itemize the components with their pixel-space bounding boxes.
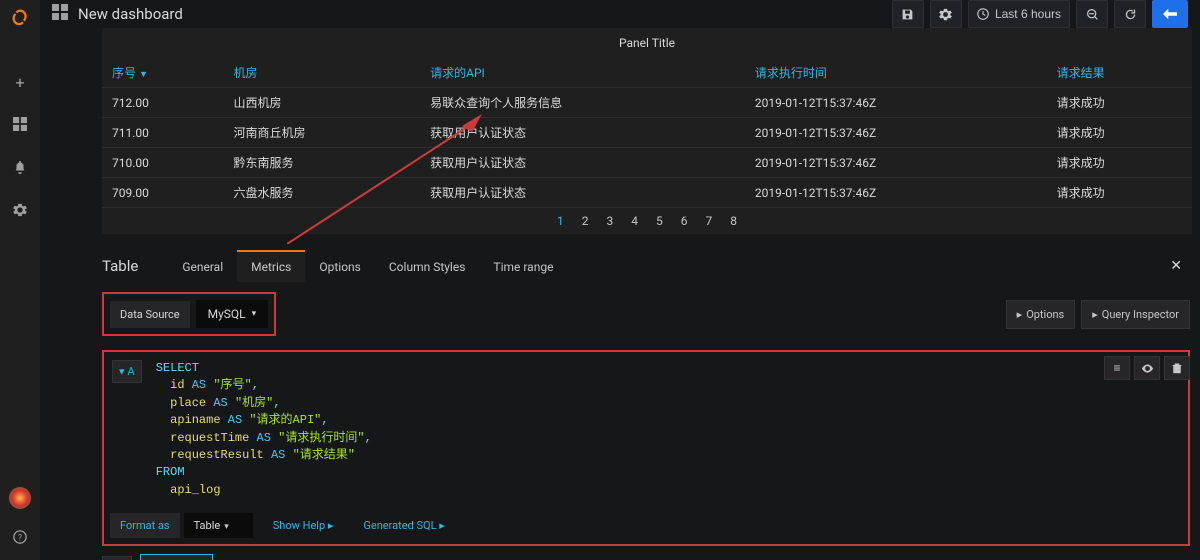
page-number[interactable]: 3 (607, 214, 614, 228)
query-delete-icon[interactable] (1164, 356, 1190, 380)
datasource-label: Data Source (110, 301, 190, 328)
page-number[interactable]: 4 (631, 214, 638, 228)
editor-tabs-bar: Table GeneralMetricsOptionsColumn Styles… (40, 242, 1200, 282)
col-place[interactable]: 机房 (224, 58, 421, 88)
query-visibility-icon[interactable] (1134, 356, 1160, 380)
page-number[interactable]: 2 (582, 214, 589, 228)
help-icon[interactable]: ? (13, 529, 27, 548)
tab-column-styles[interactable]: Column Styles (375, 250, 480, 282)
refresh-button[interactable] (1114, 0, 1146, 28)
page-title: New dashboard (78, 5, 183, 23)
avatar[interactable] (9, 487, 31, 509)
query-add-handle[interactable]: ▾ A (102, 556, 132, 560)
topbar: New dashboard Last 6 hours (40, 0, 1200, 28)
col-result[interactable]: 请求结果 (1047, 58, 1192, 88)
page-number[interactable]: 8 (730, 214, 737, 228)
page-number[interactable]: 5 (656, 214, 663, 228)
dashboard-grid-icon (52, 4, 68, 24)
generated-sql-button[interactable]: Generated SQL ▸ (353, 513, 454, 538)
query-inspector-button[interactable]: ▸ Query Inspector (1081, 300, 1190, 329)
page-number[interactable]: 6 (681, 214, 688, 228)
sidebar: + ? (0, 0, 40, 560)
time-range-picker[interactable]: Last 6 hours (968, 0, 1070, 28)
query-highlight-box: ▾ A SELECT id AS "序号", place AS "机房", ap… (102, 350, 1190, 546)
options-button[interactable]: ▸ Options (1006, 300, 1076, 329)
add-query-button[interactable]: Add Query (140, 554, 213, 560)
table-row[interactable]: 711.00河南商丘机房获取用户认证状态2019-01-12T15:37:46Z… (102, 118, 1192, 148)
save-button[interactable] (892, 0, 924, 28)
query-menu-icon[interactable]: ≡ (1104, 356, 1130, 380)
table-row[interactable]: 709.00六盘水服务获取用户认证状态2019-01-12T15:37:46Z请… (102, 178, 1192, 208)
table-row[interactable]: 710.00黔东南服务获取用户认证状态2019-01-12T15:37:46Z请… (102, 148, 1192, 178)
format-as-label: Format as (110, 513, 180, 538)
plus-icon[interactable]: + (15, 73, 24, 92)
gear-icon[interactable] (13, 202, 27, 221)
panel: Panel Title 序号 ▼ 机房 请求的API 请求执行时间 请求结果 7… (102, 28, 1192, 234)
page-number[interactable]: 1 (557, 214, 564, 228)
tab-general[interactable]: General (168, 250, 237, 282)
table-row[interactable]: 712.00山西机房易联众查询个人服务信息2019-01-12T15:37:46… (102, 88, 1192, 118)
editor-type-label: Table (102, 257, 138, 275)
format-as-select[interactable]: Table (184, 513, 253, 538)
tab-options[interactable]: Options (305, 250, 375, 282)
datasource-highlight-box: Data Source MySQL ▾ (102, 292, 276, 336)
col-time[interactable]: 请求执行时间 (745, 58, 1047, 88)
col-id[interactable]: 序号 ▼ (102, 58, 224, 88)
svg-text:?: ? (18, 534, 22, 544)
data-table: 序号 ▼ 机房 请求的API 请求执行时间 请求结果 712.00山西机房易联众… (102, 58, 1192, 208)
grafana-logo-icon[interactable] (11, 8, 29, 31)
bell-icon[interactable] (13, 159, 27, 178)
show-help-button[interactable]: Show Help ▸ (263, 513, 344, 538)
settings-button[interactable] (930, 0, 962, 28)
query-collapse-toggle[interactable]: ▾ A (112, 360, 142, 383)
back-button[interactable] (1152, 0, 1188, 28)
col-api[interactable]: 请求的API (420, 58, 745, 88)
datasource-select[interactable]: MySQL ▾ (196, 300, 269, 328)
zoom-out-button[interactable] (1076, 0, 1108, 28)
pagination: 1 2 3 4 5 6 7 8 (102, 208, 1192, 234)
panel-title: Panel Title (102, 28, 1192, 58)
tab-metrics[interactable]: Metrics (237, 250, 305, 282)
tab-time-range[interactable]: Time range (479, 250, 567, 282)
close-editor-icon[interactable]: ✕ (1170, 258, 1182, 274)
sql-editor[interactable]: SELECT id AS "序号", place AS "机房", apinam… (150, 352, 1188, 509)
dashboard-icon[interactable] (13, 116, 27, 135)
page-number[interactable]: 7 (706, 214, 713, 228)
